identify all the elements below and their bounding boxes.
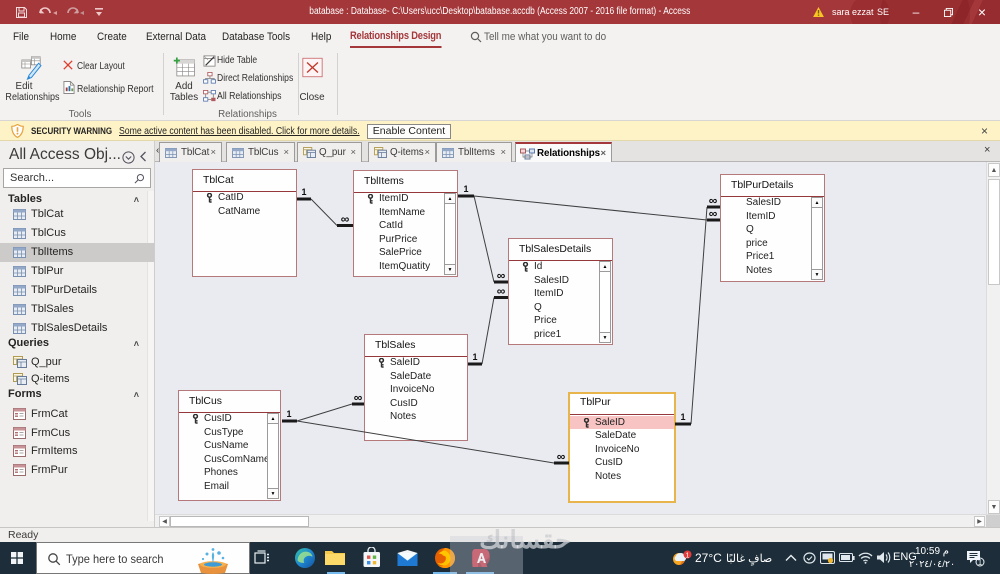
svg-text:∞: ∞ <box>497 269 506 283</box>
svg-text:1: 1 <box>686 552 690 559</box>
svg-text:∞: ∞ <box>557 450 566 464</box>
svg-text:∞: ∞ <box>341 212 350 226</box>
svg-text:1: 1 <box>463 184 468 194</box>
svg-text:1: 1 <box>472 352 477 362</box>
svg-text:∞: ∞ <box>709 194 718 208</box>
svg-text:∞: ∞ <box>354 391 363 405</box>
svg-text:∞: ∞ <box>497 284 506 298</box>
svg-text:1: 1 <box>680 412 685 422</box>
svg-text:1: 1 <box>978 558 983 567</box>
svg-text:1: 1 <box>286 409 291 419</box>
svg-text:∞: ∞ <box>709 207 718 221</box>
svg-text:1: 1 <box>301 187 306 197</box>
